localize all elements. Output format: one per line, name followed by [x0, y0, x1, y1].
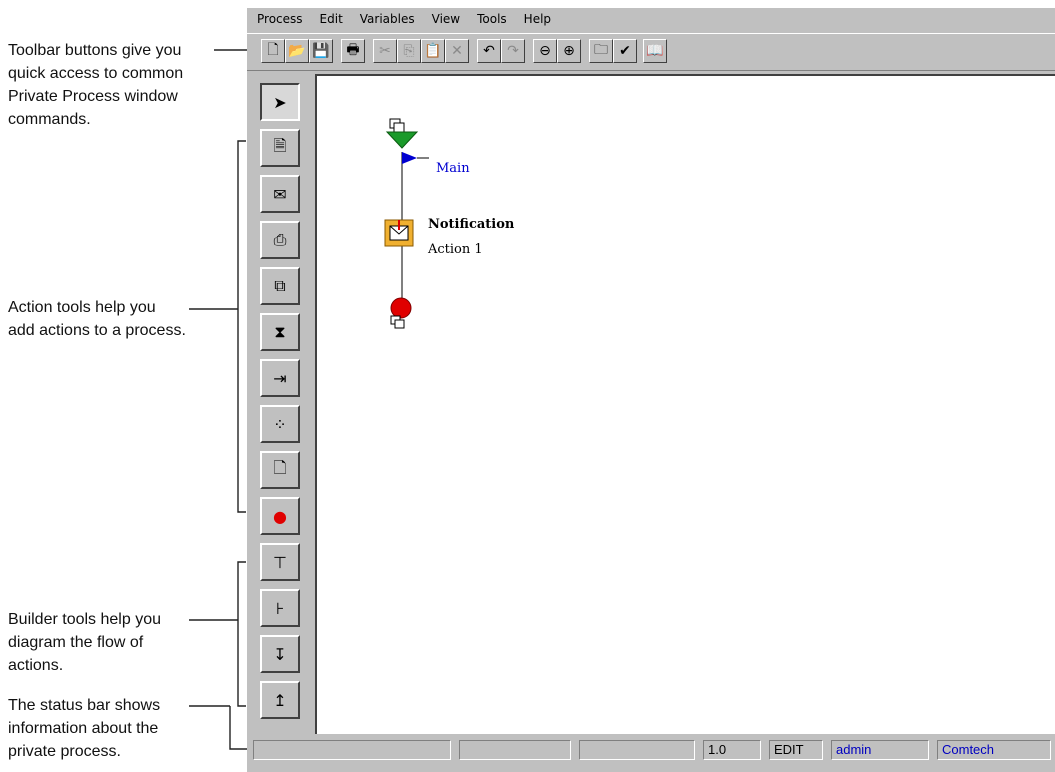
hourglass-icon[interactable]: ⧗	[260, 313, 300, 351]
zoom-out-icon[interactable]: ⊖	[533, 39, 557, 63]
notification-action-icon[interactable]: ✉	[260, 175, 300, 213]
action-title: Notification	[428, 217, 515, 232]
start-node-icon[interactable]	[385, 118, 419, 149]
cut-icon[interactable]: ✂	[373, 39, 397, 63]
menu-help[interactable]: Help	[517, 12, 558, 26]
menu-edit[interactable]: Edit	[313, 12, 350, 26]
main-branch-flag-icon[interactable]	[402, 152, 429, 164]
menu-process[interactable]: Process	[250, 12, 310, 26]
leader-lines	[189, 49, 260, 750]
status-field-zoom: 1.0	[703, 740, 761, 760]
script-action-icon[interactable]: 🗎	[260, 129, 300, 167]
move-up-icon[interactable]: ↥	[260, 681, 300, 719]
print-icon[interactable]: 🖶	[341, 39, 365, 63]
copy-icon[interactable]: ⎘	[397, 39, 421, 63]
private-process-window: Process Edit Variables View Tools Help 🗋…	[247, 8, 1055, 772]
status-field-3	[579, 740, 695, 760]
status-field-company: Comtech	[937, 740, 1051, 760]
process-canvas[interactable]: Main Notification Action 1	[315, 74, 1055, 734]
properties-icon[interactable]: 🗀	[589, 39, 613, 63]
paste-icon[interactable]: 📋	[421, 39, 445, 63]
undo-icon[interactable]: ↶	[477, 39, 501, 63]
status-field-2	[459, 740, 571, 760]
menu-tools[interactable]: Tools	[470, 12, 514, 26]
document-action-icon[interactable]: 🗋	[260, 451, 300, 489]
move-down-icon[interactable]: ↧	[260, 635, 300, 673]
help-book-icon[interactable]: 📖	[643, 39, 667, 63]
map-action-icon[interactable]: ⁘	[260, 405, 300, 443]
status-field-mode: EDIT	[769, 740, 823, 760]
status-field-user: admin	[831, 740, 929, 760]
action-subtitle: Action 1	[428, 242, 483, 257]
status-bar: 1.0 EDIT admin Comtech	[247, 740, 1055, 762]
copy-action-icon[interactable]: ⧉	[260, 267, 300, 305]
save-disk-icon[interactable]: 💾	[309, 39, 333, 63]
end-node-icon[interactable]	[390, 297, 412, 329]
redo-icon[interactable]: ↷	[501, 39, 525, 63]
menu-bar: Process Edit Variables View Tools Help	[247, 8, 1055, 30]
select-arrow-icon[interactable]: ➤	[260, 83, 300, 121]
process-diagram	[384, 118, 429, 329]
new-document-icon[interactable]: 🗋	[261, 39, 285, 63]
add-branch-icon[interactable]: ⊤	[260, 543, 300, 581]
zoom-in-icon[interactable]: ⊕	[557, 39, 581, 63]
stamp-action-icon[interactable]: ⎙	[260, 221, 300, 259]
toolbar: 🗋 📂 💾 🖶 ✂ ⎘ 📋 ✕ ↶ ↷ ⊖ ⊕ 🗀 ✔ 📖	[247, 33, 1055, 71]
status-field-message	[253, 740, 451, 760]
transfer-action-icon[interactable]: ⇥	[260, 359, 300, 397]
validate-check-icon[interactable]: ✔	[613, 39, 637, 63]
menu-variables[interactable]: Variables	[353, 12, 422, 26]
add-sibling-icon[interactable]: ⊦	[260, 589, 300, 627]
branch-label: Main	[436, 161, 470, 176]
notification-action-node-icon[interactable]	[384, 219, 414, 247]
stop-icon[interactable]: ●	[260, 497, 300, 535]
tool-palette: ➤ 🗎 ✉ ⎙ ⧉ ⧗ ⇥ ⁘ 🗋 ● ⊤ ⊦ ↧ ↥	[255, 75, 313, 733]
delete-icon[interactable]: ✕	[445, 39, 469, 63]
menu-view[interactable]: View	[425, 12, 467, 26]
open-folder-icon[interactable]: 📂	[285, 39, 309, 63]
